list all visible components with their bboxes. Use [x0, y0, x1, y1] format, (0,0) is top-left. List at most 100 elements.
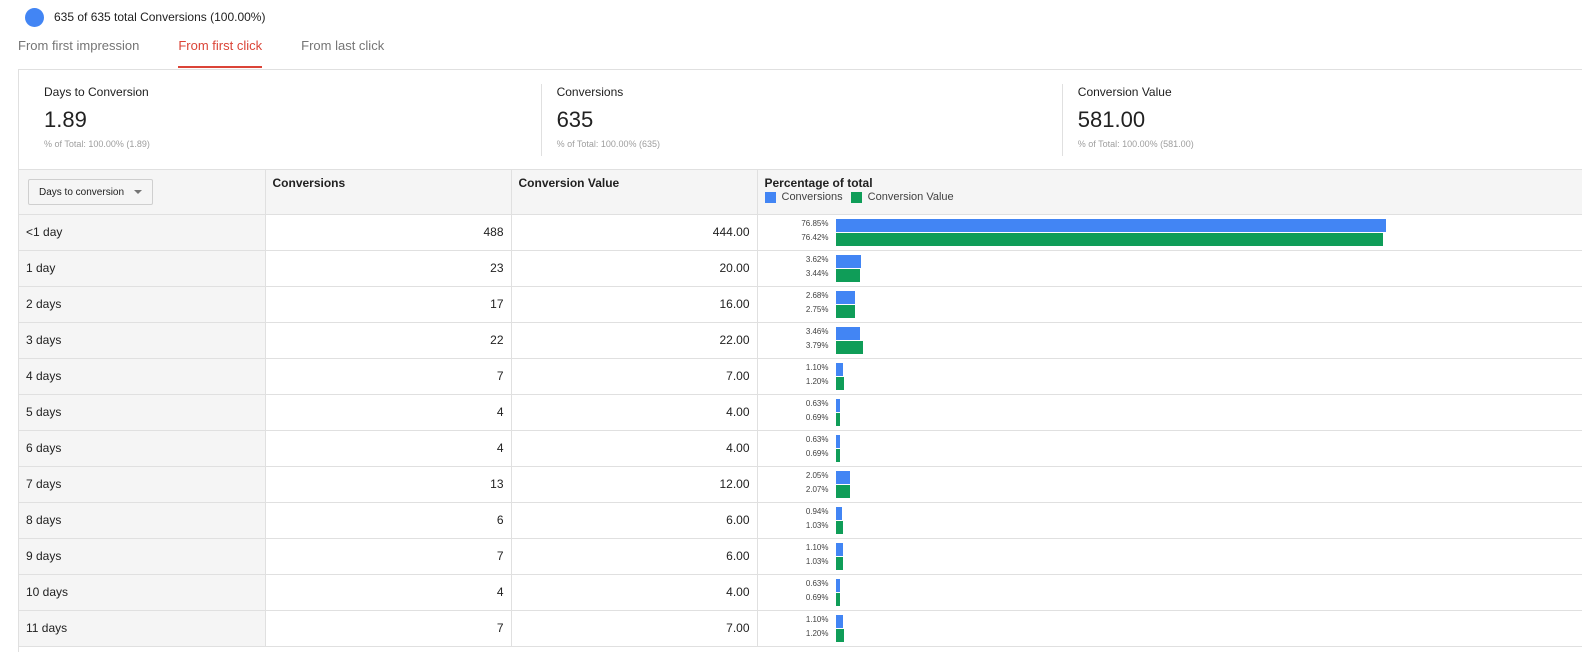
bar-label-conversions: 0.63% [805, 398, 829, 408]
bar-conversion-value [835, 556, 843, 570]
scorecard-subtext: % of Total: 100.00% (1.89) [44, 139, 150, 149]
bar-conversions [835, 578, 840, 592]
legend-label-value: Conversion Value [867, 191, 954, 203]
legend-label-conversions: Conversions [781, 191, 843, 203]
cell-conversions: 488 [265, 214, 512, 251]
cell-conversions: 22 [265, 322, 512, 359]
scorecard-value: 581.00 [1077, 107, 1146, 132]
bar-conversion-value [835, 232, 1383, 246]
bar-conversion-value [835, 448, 841, 462]
cell-conversions: 7 [265, 358, 512, 395]
bar-conversions [835, 218, 1386, 232]
bar-label-conversions: 0.94% [805, 506, 829, 516]
cell-percentage-bars: 2.05% 2.07% [757, 466, 1582, 503]
cell-dimension: 1 day [19, 250, 266, 287]
bar-conversion-value [835, 304, 856, 318]
table-row[interactable]: <1 day 488 444.00 76.85% 76.42% [19, 214, 1582, 251]
scorecard-label: Days to Conversion [44, 85, 149, 99]
header-percentage-label: Percentage of total [764, 176, 873, 190]
bar-conversions [835, 290, 855, 304]
bar-conversion-value [835, 520, 843, 534]
segment-summary: 635 of 635 total Conversions (100.00%) [25, 7, 266, 27]
table-row[interactable]: 10 days 4 4.00 0.63% 0.69% [19, 574, 1582, 611]
header-dimension: Days to conversion [19, 170, 266, 215]
tab-last-click[interactable]: From last click [301, 38, 384, 68]
bar-label-conversions: 1.10% [805, 542, 829, 552]
table-row[interactable]: 1 day 23 20.00 3.62% 3.44% [19, 250, 1582, 287]
scorecard-value: 1.89 [44, 107, 87, 132]
table-row[interactable]: 9 days 7 6.00 1.10% 1.03% [19, 538, 1582, 575]
cell-dimension: 8 days [19, 502, 266, 539]
bar-conversion-value [835, 592, 841, 606]
bar-conversions [835, 506, 843, 520]
table-row[interactable]: 11 days 7 7.00 1.10% 1.20% [19, 610, 1582, 647]
bar-label-value: 76.42% [801, 232, 829, 242]
cell-dimension: 6 days [19, 430, 266, 467]
bar-label-conversions: 3.46% [805, 326, 829, 336]
table-row[interactable]: 3 days 22 22.00 3.46% 3.79% [19, 322, 1582, 359]
cell-percentage-bars: 0.63% 0.69% [757, 394, 1582, 431]
scorecards: Days to Conversion 1.89 % of Total: 100.… [19, 70, 1582, 170]
legend-swatch-conversions [764, 191, 776, 203]
scorecard-conversions: Conversions 635 % of Total: 100.00% (635… [540, 70, 1062, 170]
cell-percentage-bars: 3.62% 3.44% [757, 250, 1582, 287]
cell-conversions: 23 [265, 250, 512, 287]
bar-conversion-value [835, 484, 851, 498]
bar-legend: Conversions Conversion Value [764, 191, 1577, 203]
bar-label-conversions: 1.10% [805, 362, 829, 372]
bar-label-conversions: 0.63% [805, 578, 829, 588]
cell-conversion-value: 7.00 [511, 358, 758, 395]
cell-dimension: 3 days [19, 322, 266, 359]
bar-conversion-value [835, 268, 861, 282]
cell-percentage-bars: 1.10% 1.20% [757, 358, 1582, 395]
cell-conversion-value: 6.00 [511, 502, 758, 539]
bar-conversions [835, 326, 861, 340]
table-row[interactable]: 2 days 17 16.00 2.68% 2.75% [19, 286, 1582, 323]
cell-dimension: 5 days [19, 394, 266, 431]
bar-label-value: 0.69% [805, 592, 829, 602]
table-row[interactable]: 5 days 4 4.00 0.63% 0.69% [19, 394, 1582, 431]
table-header-row: Days to conversion Conversions Conversio… [19, 170, 1582, 215]
bar-label-value: 1.20% [805, 376, 829, 386]
dimension-dropdown[interactable]: Days to conversion [28, 179, 154, 205]
bar-label-conversions: 2.68% [805, 290, 829, 300]
header-conversions[interactable]: Conversions [265, 170, 512, 215]
cell-dimension: 2 days [19, 286, 266, 323]
legend-swatch-value [850, 191, 862, 203]
scorecard-days-to-conversion: Days to Conversion 1.89 % of Total: 100.… [19, 70, 541, 170]
cell-conversion-value: 22.00 [511, 322, 758, 359]
report-panel: Days to Conversion 1.89 % of Total: 100.… [18, 69, 1582, 652]
cell-conversions: 13 [265, 466, 512, 503]
tab-first-click[interactable]: From first click [178, 38, 262, 68]
cell-conversions: 4 [265, 430, 512, 467]
bar-conversion-value [835, 412, 841, 426]
bar-label-value: 1.20% [805, 628, 829, 638]
cell-percentage-bars: 0.63% 0.69% [757, 574, 1582, 611]
bar-conversions [835, 434, 840, 448]
bar-label-value: 3.79% [805, 340, 829, 350]
table-row[interactable]: 6 days 4 4.00 0.63% 0.69% [19, 430, 1582, 467]
table-row[interactable]: 4 days 7 7.00 1.10% 1.20% [19, 358, 1582, 395]
bar-label-value: 2.07% [805, 484, 829, 494]
segment-label: 635 of 635 total Conversions (100.00%) [54, 10, 266, 24]
cell-percentage-bars: 2.68% 2.75% [757, 286, 1582, 323]
cell-conversion-value: 4.00 [511, 430, 758, 467]
bar-conversion-value [835, 376, 845, 390]
cell-conversion-value: 16.00 [511, 286, 758, 323]
header-conversion-value[interactable]: Conversion Value [511, 170, 758, 215]
table-row[interactable]: 8 days 6 6.00 0.94% 1.03% [19, 502, 1582, 539]
bar-label-value: 1.03% [805, 556, 829, 566]
scorecard-label: Conversion Value [1077, 85, 1172, 99]
cell-dimension: 9 days [19, 538, 266, 575]
cell-percentage-bars: 3.46% 3.79% [757, 322, 1582, 359]
table-row[interactable]: 7 days 13 12.00 2.05% 2.07% [19, 466, 1582, 503]
tab-first-impression[interactable]: From first impression [18, 38, 139, 68]
scorecard-subtext: % of Total: 100.00% (635) [556, 139, 660, 149]
bar-label-conversions: 0.63% [805, 434, 829, 444]
cell-dimension: 7 days [19, 466, 266, 503]
cell-percentage-bars: 0.94% 1.03% [757, 502, 1582, 539]
dimension-dropdown-label: Days to conversion [39, 186, 125, 198]
cell-dimension: 11 days [19, 610, 266, 647]
cell-conversions: 6 [265, 502, 512, 539]
bar-conversion-value [835, 628, 845, 642]
